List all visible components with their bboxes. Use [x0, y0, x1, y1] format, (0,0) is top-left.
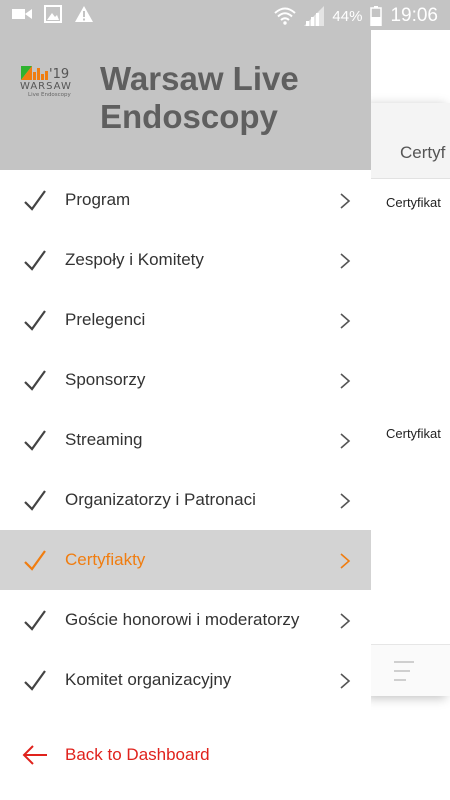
menu-item-program[interactable]: Program [0, 170, 371, 230]
check-icon [24, 310, 46, 331]
chevron-right-icon [340, 493, 351, 509]
check-icon [24, 550, 46, 571]
back-to-dashboard-link[interactable]: Back to Dashboard [0, 730, 371, 780]
back-to-dashboard-label: Back to Dashboard [65, 745, 210, 764]
app-logo: '19 WARSAW Live Endoscopy [20, 66, 72, 98]
signal-icon [304, 6, 325, 26]
menu-item-label: Certyfiakty [65, 550, 146, 569]
svg-text:Live Endoscopy: Live Endoscopy [28, 92, 72, 98]
menu-item-label: Komitet organizacyjny [65, 670, 232, 689]
menu-item-streaming[interactable]: Streaming [0, 410, 371, 470]
menu-lines-icon[interactable] [394, 659, 416, 683]
wifi-icon [274, 7, 297, 25]
chevron-right-icon [340, 373, 351, 389]
background-page-header: Certyf [370, 103, 450, 179]
chevron-right-icon [340, 673, 351, 689]
menu-item-zespoly-i-komitety[interactable]: Zespoły i Komitety [0, 230, 371, 290]
chevron-right-icon [340, 433, 351, 449]
certificate-item[interactable]: Certyfikat [386, 195, 441, 210]
battery-percent: 44% [332, 7, 363, 25]
menu-item-label: Streaming [65, 430, 143, 449]
check-icon [24, 490, 46, 511]
arrow-left-icon [22, 745, 47, 765]
chevron-right-icon [340, 253, 351, 269]
background-page: Certyf Certyfikat Certyfikat [370, 103, 450, 696]
check-icon [24, 250, 46, 271]
menu-item-label: Goście honorowi i moderatorzy [65, 610, 300, 629]
chevron-right-icon [340, 613, 351, 629]
chevron-right-icon [340, 193, 351, 209]
check-icon [24, 610, 46, 631]
status-bar: 44% 19:06 [0, 0, 450, 30]
certificate-item[interactable]: Certyfikat [386, 426, 441, 441]
chevron-right-icon [340, 553, 351, 569]
app-title: Warsaw Live Endoscopy [100, 60, 299, 136]
background-page-footer [370, 644, 450, 696]
menu-item-komitet-organizacyjny[interactable]: Komitet organizacyjny [0, 650, 371, 710]
video-camera-icon [12, 9, 32, 19]
warning-icon [75, 6, 93, 22]
menu-item-organizatorzy-i-patronaci[interactable]: Organizatorzy i Patronaci [0, 470, 371, 530]
drawer-header: '19 WARSAW Live Endoscopy Warsaw Live En… [0, 30, 371, 170]
app-title-line2: Endoscopy [100, 98, 278, 135]
app-title-line1: Warsaw Live [100, 60, 299, 97]
menu-item-label: Organizatorzy i Patronaci [65, 490, 256, 509]
menu-item-label: Program [65, 190, 131, 209]
image-icon [44, 5, 62, 23]
navigation-drawer: '19 WARSAW Live Endoscopy Warsaw Live En… [0, 30, 371, 800]
menu-item-sponsorzy[interactable]: Sponsorzy [0, 350, 371, 410]
menu-item-certyfiakty[interactable]: Certyfiakty [0, 530, 371, 590]
menu-item-label: Sponsorzy [65, 370, 146, 389]
check-icon [24, 370, 46, 391]
check-icon [24, 430, 46, 451]
chevron-right-icon [340, 313, 351, 329]
check-icon [24, 670, 46, 691]
clock: 19:06 [390, 5, 438, 26]
background-page-title: Certyf [400, 143, 446, 162]
menu-item-label: Zespoły i Komitety [65, 250, 204, 269]
svg-text:'19: '19 [49, 67, 69, 82]
menu-item-goscie-honorowi-i-moderatorzy[interactable]: Goście honorowi i moderatorzy [0, 590, 371, 650]
battery-icon [370, 6, 383, 26]
menu-item-prelegenci[interactable]: Prelegenci [0, 290, 371, 350]
drawer-menu: Program Zespoły i Komitety Prelegenci Sp… [0, 170, 371, 710]
menu-item-label: Prelegenci [65, 310, 146, 329]
svg-text:WARSAW: WARSAW [20, 81, 72, 92]
check-icon [24, 190, 46, 211]
